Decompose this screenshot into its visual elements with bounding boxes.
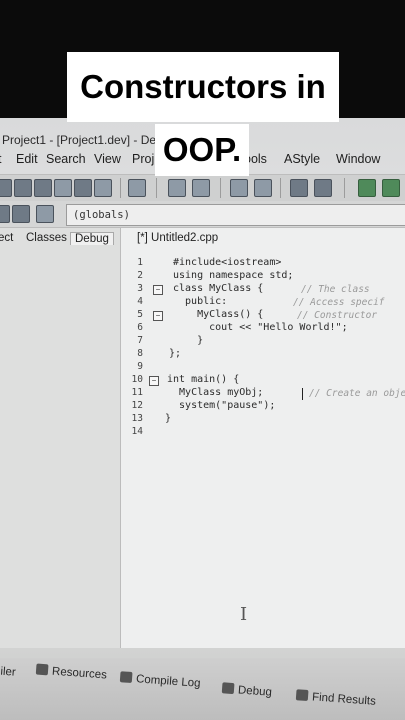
tab-resources-label: Resources bbox=[51, 665, 108, 682]
tab-debug-label: Debug bbox=[237, 684, 273, 699]
line-number: 13 bbox=[131, 413, 143, 424]
line-number: 11 bbox=[131, 387, 143, 398]
class-browser-icon[interactable] bbox=[12, 205, 30, 223]
indent-icon[interactable] bbox=[290, 179, 308, 197]
code-editor[interactable]: [*] Untitled2.cpp 1 2 3 4 5 6 7 8 9 10 1… bbox=[121, 228, 405, 648]
line-number: 1 bbox=[137, 257, 143, 268]
code-comment: // Access specif bbox=[293, 297, 385, 308]
secondary-toolbar: (globals) bbox=[0, 201, 405, 228]
goto-icon[interactable] bbox=[358, 179, 376, 197]
menu-file[interactable]: t bbox=[0, 152, 1, 166]
line-number: 14 bbox=[131, 426, 143, 437]
code-comment: // Constructor bbox=[297, 310, 378, 321]
find-icon[interactable] bbox=[230, 179, 248, 197]
tab-project[interactable]: ect bbox=[0, 232, 13, 244]
goto-line-icon[interactable] bbox=[382, 179, 400, 197]
code-line: using namespace std; bbox=[173, 270, 294, 281]
line-number: 8 bbox=[137, 348, 143, 359]
project-pane: ect Classes Debug bbox=[0, 228, 121, 648]
new-file-icon[interactable] bbox=[0, 179, 12, 197]
code-comment: // Create an obje bbox=[309, 388, 405, 399]
toolbar-divider bbox=[156, 178, 157, 198]
code-line: }; bbox=[169, 348, 182, 359]
ide-screen: Project1 - [Project1.dev] - Dev t Edit S… bbox=[0, 118, 405, 720]
redo-icon[interactable] bbox=[192, 179, 210, 197]
line-number: 12 bbox=[131, 400, 143, 411]
debug-icon bbox=[221, 682, 235, 695]
tab-resources[interactable]: Resources bbox=[35, 663, 108, 682]
bottom-panel-tabs: piler Resources Compile Log Debug Find R… bbox=[0, 658, 405, 720]
toolbar-divider bbox=[344, 178, 345, 198]
menu-project[interactable]: Proj bbox=[132, 152, 154, 166]
menu-window[interactable]: Window bbox=[336, 152, 380, 166]
tab-debug-output[interactable]: Debug bbox=[221, 682, 273, 699]
code-line: MyClass() { bbox=[173, 309, 264, 320]
code-line: public: bbox=[173, 296, 228, 307]
code-line: } bbox=[173, 335, 204, 346]
close-file-icon[interactable] bbox=[74, 179, 92, 197]
print-icon[interactable] bbox=[128, 179, 146, 197]
code-line: MyClass myObj; bbox=[167, 387, 264, 398]
code-line: cout << "Hello World!"; bbox=[173, 322, 348, 333]
open-file-icon[interactable] bbox=[14, 179, 32, 197]
code-line: system("pause"); bbox=[167, 400, 276, 411]
line-number: 6 bbox=[137, 322, 143, 333]
compile-log-icon bbox=[119, 671, 133, 684]
find-results-icon bbox=[295, 689, 309, 702]
tab-compile-log-label: Compile Log bbox=[135, 673, 201, 690]
tab-debug[interactable]: Debug bbox=[70, 232, 114, 245]
menu-view[interactable]: View bbox=[94, 152, 121, 166]
resources-icon bbox=[35, 663, 49, 676]
project-options-icon[interactable] bbox=[0, 205, 10, 223]
fold-collapse-icon[interactable]: − bbox=[149, 376, 159, 386]
tab-find-results[interactable]: Find Results bbox=[295, 689, 377, 708]
code-line: int main() { bbox=[167, 374, 240, 385]
line-number: 2 bbox=[137, 270, 143, 281]
line-number: 5 bbox=[137, 309, 143, 320]
fold-collapse-icon[interactable]: − bbox=[153, 285, 163, 295]
replace-icon[interactable] bbox=[254, 179, 272, 197]
line-number: 7 bbox=[137, 335, 143, 346]
code-comment: // The class bbox=[301, 284, 370, 295]
unindent-icon[interactable] bbox=[314, 179, 332, 197]
undo-icon[interactable] bbox=[168, 179, 186, 197]
main-toolbar bbox=[0, 174, 405, 202]
close-all-icon[interactable] bbox=[94, 179, 112, 197]
globals-combo[interactable]: (globals) bbox=[66, 204, 405, 226]
code-line: #include<iostream> bbox=[173, 257, 282, 268]
tab-find-results-label: Find Results bbox=[311, 691, 377, 708]
line-number: 3 bbox=[137, 283, 143, 294]
code-line: class MyClass { bbox=[173, 283, 264, 294]
tab-compile-log[interactable]: Compile Log bbox=[119, 671, 201, 690]
fold-collapse-icon[interactable]: − bbox=[153, 311, 163, 321]
menu-astyle[interactable]: AStyle bbox=[284, 152, 320, 166]
save-all-icon[interactable] bbox=[54, 179, 72, 197]
video-caption-line1: Constructors in bbox=[67, 52, 339, 122]
tab-untitled2[interactable]: [*] Untitled2.cpp bbox=[137, 232, 218, 244]
video-caption-line2: OOP. bbox=[155, 124, 249, 176]
save-icon[interactable] bbox=[34, 179, 52, 197]
tab-compiler[interactable]: piler bbox=[0, 665, 16, 678]
line-number: 4 bbox=[137, 296, 143, 307]
tab-classes[interactable]: Classes bbox=[26, 232, 67, 244]
toolbar-divider bbox=[280, 178, 281, 198]
line-number: 10 bbox=[131, 374, 143, 385]
code-line: } bbox=[165, 413, 172, 424]
mouse-ibeam-icon: I bbox=[240, 604, 248, 625]
toolbar-divider bbox=[120, 178, 121, 198]
menu-search[interactable]: Search bbox=[46, 152, 86, 166]
toolbar-divider bbox=[220, 178, 221, 198]
line-number: 9 bbox=[137, 361, 143, 372]
menu-edit[interactable]: Edit bbox=[16, 152, 38, 166]
text-cursor bbox=[302, 388, 303, 400]
insert-icon[interactable] bbox=[36, 205, 54, 223]
